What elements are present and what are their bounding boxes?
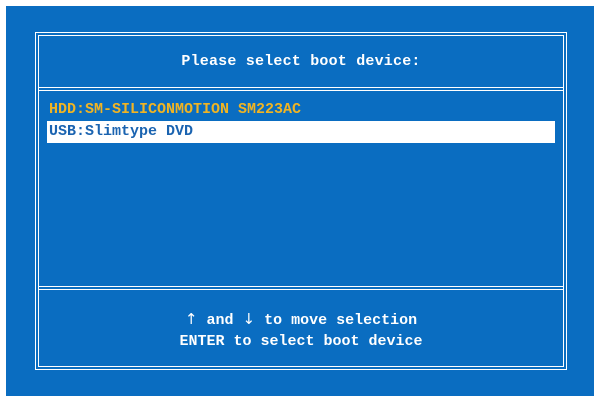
up-arrow-icon: ↑ (184, 310, 198, 328)
dialog-title-panel: Please select boot device: (39, 36, 563, 91)
boot-device-list: HDD:SM-SILICONMOTION SM223AC USB:Slimtyp… (39, 91, 563, 287)
boot-menu-dialog: Please select boot device: HDD:SM-SILICO… (35, 32, 567, 370)
down-arrow-icon: ↓ (242, 310, 256, 328)
boot-device-usb-label: USB:Slimtype DVD (49, 123, 194, 140)
boot-device-usb-selected[interactable]: USB:Slimtype DVD (47, 121, 555, 143)
help-and-text: and (197, 312, 243, 329)
bios-screen: Please select boot device: HDD:SM-SILICO… (6, 6, 594, 396)
help-line-navigation: ↑ and ↓ to move selection (39, 310, 563, 329)
help-enter-text: ENTER to select boot device (179, 333, 423, 350)
help-line-enter: ENTER to select boot device (39, 333, 563, 350)
boot-device-hdd[interactable]: HDD:SM-SILICONMOTION SM223AC (47, 99, 555, 121)
help-panel: ↑ and ↓ to move selection ENTER to selec… (39, 286, 563, 366)
boot-device-hdd-label: HDD:SM-SILICONMOTION SM223AC (49, 101, 302, 118)
dialog-title: Please select boot device: (181, 53, 421, 70)
help-move-text: to move selection (255, 312, 418, 329)
